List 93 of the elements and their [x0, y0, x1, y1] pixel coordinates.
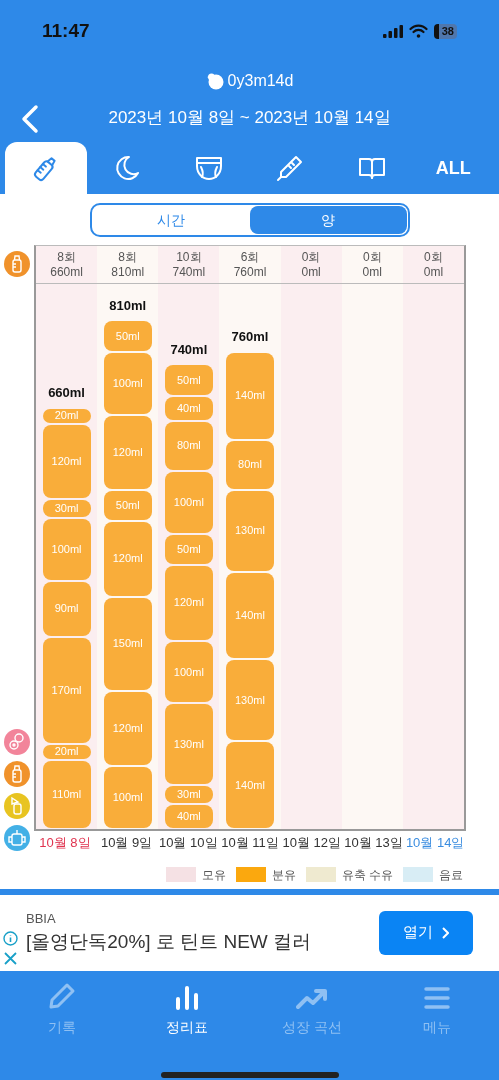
feed-count: 8회 [57, 249, 76, 265]
feeding-segment: 20ml [42, 408, 91, 423]
nav-tab[interactable]: 기록 [0, 980, 125, 1038]
feeding-segment: 50ml [164, 534, 213, 565]
feeding-segment: 120ml [164, 566, 213, 640]
status-time: 11:47 [42, 18, 90, 43]
daily-total: 740ml [170, 340, 208, 359]
ad-headline: [올영단독20%] 로 틴트 NEW 컬러 [26, 930, 313, 954]
daily-total: 660ml [48, 384, 85, 403]
sippy-cup-icon [4, 824, 30, 851]
diaper-icon [193, 154, 224, 182]
breast-pump-icon [4, 792, 30, 819]
date-label: 10월 8일 [39, 834, 91, 852]
feed-count: 6회 [240, 249, 260, 265]
feed-amount: 760ml [233, 264, 267, 280]
baby-age: 0y3m14d [227, 71, 294, 91]
date-label: 10월 12일 [282, 834, 341, 852]
feeding-segment: 130ml [164, 704, 213, 785]
close-icon[interactable] [4, 951, 17, 965]
feeding-segment: 100ml [164, 472, 213, 533]
battery-indicator: 38 [433, 23, 457, 39]
feed-amount: 0ml [423, 264, 444, 280]
feeding-segment: 100ml [42, 518, 91, 580]
legend-label: 모유 [201, 866, 226, 884]
bar-chart-icon [174, 984, 201, 1011]
moon-icon [113, 154, 142, 182]
feeding-segment: 170ml [42, 638, 91, 743]
feeding-segment: 140ml [226, 742, 274, 828]
trend-up-icon [295, 986, 328, 1011]
feed-amount: 740ml [172, 264, 206, 280]
feed-count: 10회 [176, 249, 202, 265]
feeding-segment: 100ml [103, 767, 152, 828]
feeding-segment: 30ml [164, 786, 213, 803]
category-tab[interactable] [5, 142, 87, 194]
feeding-segment: 80ml [226, 440, 274, 489]
chevron-right-icon [441, 926, 449, 939]
feeding-segment: 130ml [226, 490, 274, 571]
category-tab[interactable]: ALL [412, 142, 494, 194]
signal-icon [382, 24, 403, 38]
breast-icon [4, 728, 30, 755]
feeding-segment: 80ml [164, 421, 213, 471]
nav-tab[interactable]: 정리표 [124, 980, 250, 1038]
date-label: 10월 11일 [221, 834, 279, 852]
legend-label: 유축 수유 [341, 866, 393, 884]
feed-count: 0회 [301, 249, 321, 265]
feed-amount: 660ml [50, 264, 83, 280]
feeding-segment: 50ml [103, 321, 152, 351]
date-label: 10월 9일 [100, 834, 153, 852]
feeding-segment: 150ml [103, 597, 152, 690]
feed-amount: 810ml [111, 264, 145, 280]
back-button[interactable] [20, 104, 40, 134]
feeding-segment: 120ml [103, 691, 152, 766]
date-range: 2023년 10월 8일 ~ 2023년 10월 14일 [108, 107, 391, 130]
daily-total: 810ml [109, 296, 147, 315]
feeding-segment: 20ml [42, 744, 91, 759]
feeding-segment: 40ml [164, 396, 213, 420]
baby-bottle-icon [4, 251, 30, 277]
thermometer-icon [276, 154, 305, 182]
feeding-segment: 120ml [103, 415, 152, 489]
info-icon[interactable] [3, 930, 18, 946]
feed-amount: 0ml [301, 264, 321, 280]
menu-icon [422, 984, 451, 1011]
feed-amount: 0ml [362, 264, 382, 280]
nav-tab[interactable]: 성장 곡선 [249, 980, 375, 1038]
feeding-segment: 140ml [226, 352, 274, 439]
feeding-segment: 90ml [42, 581, 91, 637]
feed-count: 0회 [362, 249, 382, 265]
feeding-segment: 50ml [164, 365, 213, 395]
feeding-segment: 100ml [103, 352, 152, 414]
back-icon [20, 104, 40, 134]
feeding-segment: 140ml [226, 572, 274, 659]
date-label: 10월 13일 [344, 834, 403, 852]
feeding-segment: 100ml [164, 641, 213, 703]
feeding-segment: 120ml [42, 424, 91, 499]
nav-tab[interactable]: 메뉴 [374, 980, 499, 1038]
date-label: 10월 14일 [405, 834, 465, 852]
feed-count: 0회 [424, 249, 443, 265]
ad-brand: BBIA [26, 909, 57, 928]
feeding-segment: 130ml [226, 660, 274, 741]
date-label: 10월 10일 [159, 834, 218, 852]
feeding-segment: 120ml [103, 522, 152, 596]
feeding-segment: 30ml [42, 500, 91, 517]
feeding-segment: 110ml [42, 760, 91, 828]
wifi-icon [408, 24, 428, 38]
daily-total: 760ml [231, 328, 269, 347]
legend-label: 음료 [439, 866, 463, 884]
open-button[interactable]: 열기 [379, 910, 473, 955]
feeding-segment: 40ml [164, 804, 213, 828]
toggle-option[interactable]: 양 [249, 206, 407, 234]
baby-bottle-icon [4, 760, 30, 787]
legend-label: 분유 [271, 866, 296, 884]
feeding-segment: 50ml [103, 490, 152, 521]
feed-count: 8회 [118, 249, 138, 265]
